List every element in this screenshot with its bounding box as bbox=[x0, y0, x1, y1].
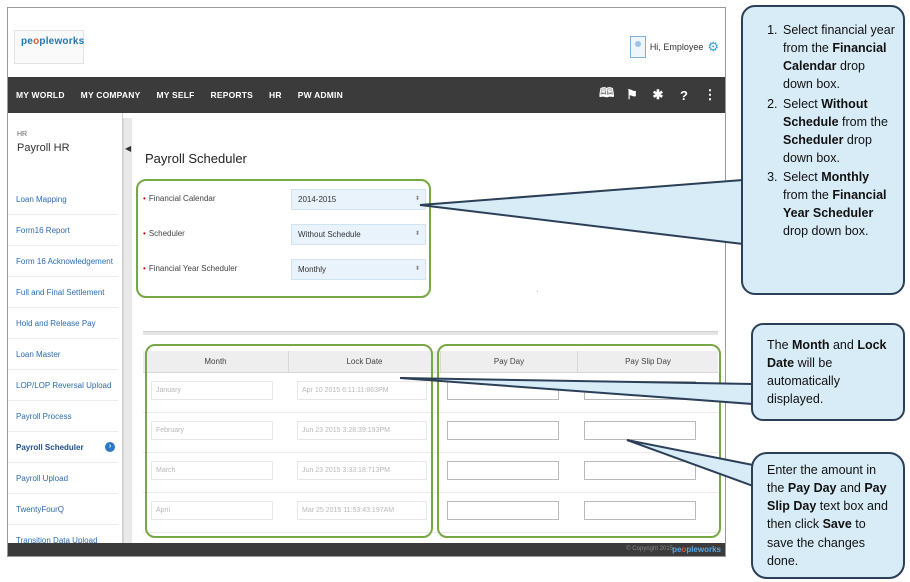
sidebar-item-payroll-scheduler[interactable]: Payroll Scheduler › bbox=[8, 432, 118, 463]
sidebar-item-loan-master[interactable]: Loan Master bbox=[8, 339, 118, 370]
pay-day-input[interactable] bbox=[447, 421, 559, 440]
pay-day-input[interactable] bbox=[447, 461, 559, 480]
pay-slip-day-input[interactable] bbox=[584, 421, 696, 440]
help-icon[interactable]: ? bbox=[677, 88, 691, 103]
table-row: January Apr 10 2015 6:11:11:863PM bbox=[143, 373, 718, 413]
sidebar: HR Payroll HR Loan Mapping Form16 Report… bbox=[8, 113, 123, 556]
callout-payday-save: Enter the amount in the Pay Day and Pay … bbox=[751, 452, 905, 579]
lock-date-cell: Apr 10 2015 6:11:11:863PM bbox=[297, 381, 427, 400]
table-header: Month Lock Date Pay Day Pay Slip Day bbox=[143, 351, 718, 373]
flag-icon[interactable]: ⚑ bbox=[625, 87, 639, 103]
footer: © Copyright 2015 peopleworks bbox=[8, 543, 725, 556]
financial-calendar-select[interactable]: 2014-2015 ⬍ bbox=[291, 189, 426, 210]
nav-pw-admin[interactable]: PW ADMIN bbox=[290, 90, 351, 100]
table-row: March Jun 23 2015 3:33:18:713PM bbox=[143, 453, 718, 493]
pay-slip-day-input[interactable] bbox=[584, 501, 696, 520]
nav-reports[interactable]: REPORTS bbox=[203, 90, 262, 100]
footer-logo: peopleworks bbox=[672, 545, 721, 554]
nav-my-world[interactable]: MY WORLD bbox=[8, 90, 73, 100]
gear-icon[interactable]: ⚙ bbox=[707, 39, 719, 55]
collapse-sidebar-icon[interactable]: ◀ bbox=[125, 144, 131, 153]
col-pay-slip-day: Pay Slip Day bbox=[625, 357, 671, 366]
month-cell: April bbox=[151, 501, 273, 520]
financial-calendar-label: • Financial Calendar bbox=[143, 194, 216, 203]
lock-date-cell: Mar 25 2015 11:53:43:197AM bbox=[297, 501, 427, 520]
select-arrows-icon: ⬍ bbox=[414, 231, 420, 237]
month-cell: February bbox=[151, 421, 273, 440]
table-row: April Mar 25 2015 11:53:43:197AM bbox=[143, 493, 718, 533]
col-month: Month bbox=[143, 351, 289, 372]
top-nav: MY WORLD MY COMPANY MY SELF REPORTS HR P… bbox=[8, 77, 725, 113]
greeting-text: Hi, Employee bbox=[649, 42, 704, 52]
fy-scheduler-label: • Financial Year Scheduler bbox=[143, 264, 238, 273]
scheduler-select[interactable]: Without Schedule ⬍ bbox=[291, 224, 426, 245]
col-lock-date: Lock Date bbox=[289, 351, 441, 372]
select-arrows-icon: ⬍ bbox=[414, 196, 420, 202]
schedule-table: Month Lock Date Pay Day Pay Slip Day Jan… bbox=[143, 351, 718, 533]
sidebar-item-payroll-process[interactable]: Payroll Process bbox=[8, 401, 118, 432]
tools-icon[interactable]: ✱ bbox=[651, 87, 665, 103]
sidebar-item-twentyfourq[interactable]: TwentyFourQ bbox=[8, 494, 118, 525]
form-row-financial-calendar: • Financial Calendar 2014-2015 ⬍ bbox=[143, 185, 433, 220]
sidebar-item-hold-release-pay[interactable]: Hold and Release Pay bbox=[8, 308, 118, 339]
month-cell: January bbox=[151, 381, 273, 400]
page-title: Payroll Scheduler bbox=[145, 151, 247, 166]
section-divider bbox=[143, 331, 718, 335]
share-icon[interactable]: ⋮ bbox=[703, 87, 717, 103]
main-content: Payroll Scheduler • Financial Calendar 20… bbox=[133, 123, 723, 553]
fy-scheduler-select[interactable]: Monthly ⬍ bbox=[291, 259, 426, 280]
form-row-scheduler: • Scheduler Without Schedule ⬍ bbox=[143, 220, 433, 255]
book-icon[interactable]: 🕮 bbox=[599, 84, 614, 106]
decorative-dot: ' bbox=[537, 291, 539, 297]
app-window: peopleworks Hi, Employee ⚙ MY WORLD MY C… bbox=[7, 7, 726, 557]
sidebar-item-label: Payroll Scheduler bbox=[16, 443, 84, 452]
pay-day-input[interactable] bbox=[447, 501, 559, 520]
sidebar-item-payroll-upload[interactable]: Payroll Upload bbox=[8, 463, 118, 494]
header: peopleworks Hi, Employee ⚙ bbox=[8, 8, 725, 77]
table-row: February Jun 23 2015 3:28:39:193PM bbox=[143, 413, 718, 453]
select-arrows-icon: ⬍ bbox=[414, 266, 420, 272]
sidebar-item-form16-report[interactable]: Form16 Report bbox=[8, 215, 118, 246]
month-cell: March bbox=[151, 461, 273, 480]
lock-date-cell: Jun 23 2015 3:28:39:193PM bbox=[297, 421, 427, 440]
sidebar-item-form16-acknowledgement[interactable]: Form 16 Acknowledgement bbox=[8, 246, 118, 277]
callout-step-1: Select financial year from the Financial… bbox=[781, 21, 895, 94]
sidebar-item-lop-reversal-upload[interactable]: LOP/LOP Reversal Upload bbox=[8, 370, 118, 401]
lock-date-cell: Jun 23 2015 3:33:18:713PM bbox=[297, 461, 427, 480]
sidebar-item-full-final-settlement[interactable]: Full and Final Settlement bbox=[8, 277, 118, 308]
sidebar-list: Loan Mapping Form16 Report Form 16 Ackno… bbox=[8, 184, 118, 556]
form-row-fy-scheduler: • Financial Year Scheduler Monthly ⬍ bbox=[143, 255, 433, 290]
chevron-right-icon: › bbox=[105, 442, 115, 452]
copyright-text: © Copyright 2015 bbox=[626, 546, 673, 552]
callout-month-lockdate: The Month and Lock Date will be automati… bbox=[751, 323, 905, 421]
pay-day-input[interactable] bbox=[447, 381, 559, 400]
pay-slip-day-input[interactable] bbox=[584, 381, 696, 400]
callout-step-2: Select Without Schedule from the Schedul… bbox=[781, 95, 895, 168]
sidebar-item-loan-mapping[interactable]: Loan Mapping bbox=[8, 184, 118, 215]
nav-my-self[interactable]: MY SELF bbox=[148, 90, 202, 100]
callout-step-3: Select Monthly from the Financial Year S… bbox=[781, 168, 895, 241]
pay-slip-day-input[interactable] bbox=[584, 461, 696, 480]
peopleworks-logo[interactable]: peopleworks bbox=[14, 30, 84, 64]
nav-my-company[interactable]: MY COMPANY bbox=[73, 90, 149, 100]
avatar[interactable] bbox=[629, 36, 646, 58]
col-pay-day: Pay Day bbox=[441, 351, 578, 372]
user-menu[interactable]: Hi, Employee ⚙ bbox=[629, 36, 719, 58]
scheduler-form: • Financial Calendar 2014-2015 ⬍ • Schedule… bbox=[143, 185, 433, 290]
scheduler-label: • Scheduler bbox=[143, 229, 185, 238]
sidebar-scrollbar[interactable] bbox=[123, 118, 132, 556]
sidebar-title: Payroll HR bbox=[17, 142, 70, 154]
sidebar-module: HR bbox=[17, 131, 28, 138]
nav-hr[interactable]: HR bbox=[261, 90, 290, 100]
callout-steps: Select financial year from the Financial… bbox=[741, 5, 905, 295]
